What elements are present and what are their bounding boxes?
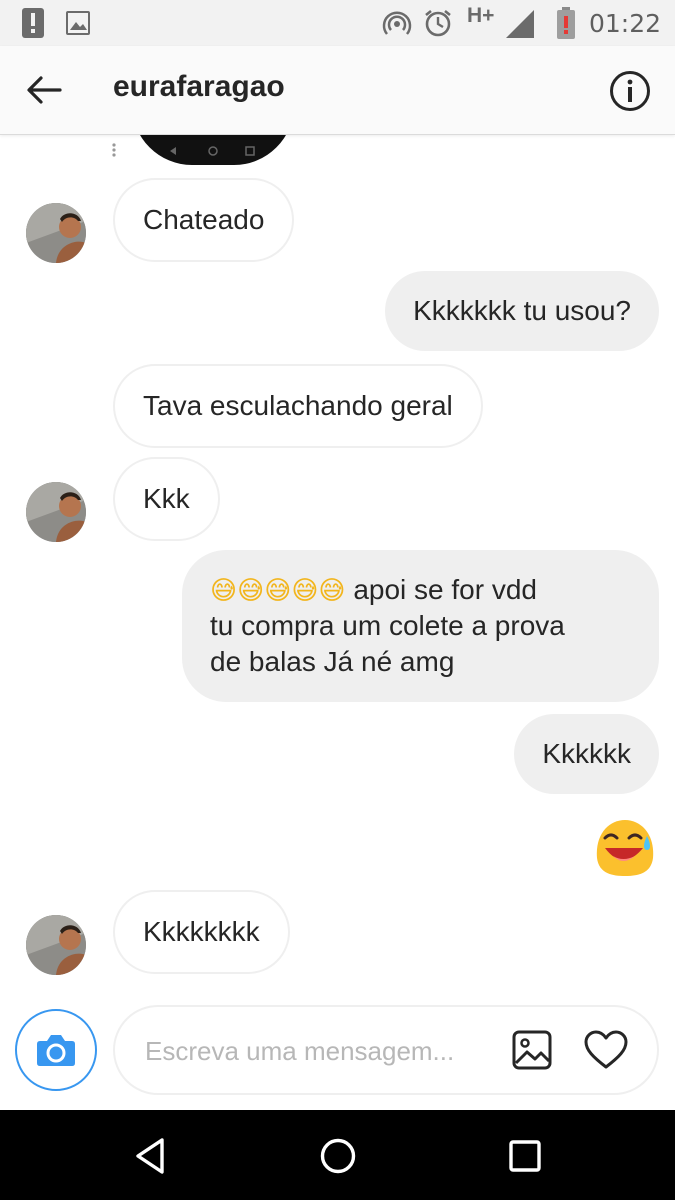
battery-low-icon bbox=[557, 7, 575, 39]
message-text: Kkkkkkkk bbox=[143, 916, 260, 947]
avatar-photo bbox=[26, 203, 86, 263]
message-composer bbox=[0, 1005, 675, 1109]
emoji-sweat-smile: 😅😅😅😅😅 bbox=[210, 575, 346, 605]
gallery-icon[interactable] bbox=[511, 1029, 553, 1071]
conversation-header: eurafaragao bbox=[0, 46, 675, 135]
message-bubble-outgoing[interactable]: 😅😅😅😅😅 apoi se for vdd tu compra um colet… bbox=[182, 550, 659, 702]
conversation-username[interactable]: eurafaragao bbox=[113, 70, 285, 104]
message-text: Kkkkkk bbox=[542, 738, 631, 769]
emoji-message[interactable] bbox=[591, 818, 659, 878]
alert-icon bbox=[22, 8, 44, 38]
thumbnail-navbar bbox=[170, 146, 255, 156]
network-type-icon: H+ bbox=[467, 4, 495, 27]
message-line: de balas Já né amg bbox=[210, 646, 455, 677]
avatar-photo bbox=[26, 915, 86, 975]
home-circle-icon[interactable] bbox=[318, 1136, 358, 1176]
hotspot-icon bbox=[382, 11, 412, 35]
message-text: Kkkkkkk tu usou? bbox=[413, 295, 631, 326]
message-input-container bbox=[113, 1005, 659, 1095]
clock: 01:22 bbox=[588, 9, 661, 38]
status-bar: H+ 01:22 bbox=[0, 0, 675, 46]
camera-icon bbox=[37, 1035, 75, 1066]
avatar-photo bbox=[26, 482, 86, 542]
message-bubble-outgoing[interactable]: Kkkkkkk tu usou? bbox=[385, 271, 659, 351]
message-text: Chateado bbox=[143, 204, 265, 235]
avatar[interactable] bbox=[26, 482, 86, 542]
message-line: 😅😅😅😅😅 apoi se for vdd bbox=[210, 572, 631, 608]
alarm-icon bbox=[425, 9, 451, 37]
sweat-smile-emoji-icon bbox=[596, 820, 654, 876]
heart-icon[interactable] bbox=[583, 1029, 629, 1071]
avatar[interactable] bbox=[26, 203, 86, 263]
message-bubble-outgoing[interactable]: Kkkkkk bbox=[514, 714, 659, 794]
message-text: Kkk bbox=[143, 483, 190, 514]
camera-button[interactable] bbox=[15, 1009, 97, 1091]
more-dots-icon[interactable] bbox=[112, 143, 116, 157]
message-bubble-incoming[interactable]: Kkkkkkkk bbox=[113, 890, 290, 974]
image-icon bbox=[66, 11, 90, 35]
system-navigation-bar bbox=[0, 1110, 675, 1200]
shared-media-thumbnail[interactable] bbox=[132, 135, 294, 165]
arrow-left-icon[interactable] bbox=[24, 70, 64, 110]
message-thread[interactable]: Chateado Kkkkkkk tu usou? Tava esculacha… bbox=[0, 135, 675, 1005]
info-icon[interactable] bbox=[609, 70, 651, 112]
message-text: Tava esculachando geral bbox=[143, 390, 453, 421]
back-triangle-icon[interactable] bbox=[131, 1136, 171, 1176]
message-bubble-incoming[interactable]: Chateado bbox=[113, 178, 295, 262]
avatar[interactable] bbox=[26, 915, 86, 975]
signal-icon bbox=[506, 10, 534, 38]
message-bubble-incoming[interactable]: Tava esculachando geral bbox=[113, 364, 483, 448]
message-bubble-incoming[interactable]: Kkk bbox=[113, 457, 220, 541]
message-line: tu compra um colete a prova bbox=[210, 610, 565, 641]
recents-square-icon[interactable] bbox=[505, 1136, 545, 1176]
message-text: apoi se for vdd bbox=[353, 574, 537, 605]
message-input[interactable] bbox=[143, 1027, 507, 1075]
